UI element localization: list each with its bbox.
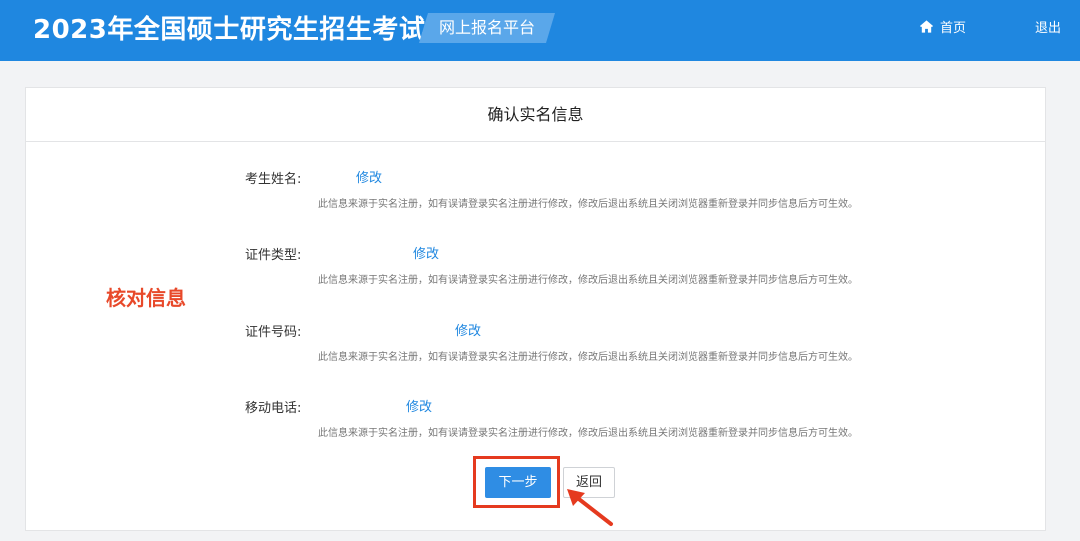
home-link[interactable]: 首页: [919, 16, 966, 36]
home-link-label: 首页: [940, 20, 967, 36]
annotation-arrow-icon: [567, 489, 613, 526]
field-note: 此信息来源于实名注册，如有误请登录实名注册进行修改，修改后退出系统且关闭浏览器重…: [318, 352, 858, 363]
field-id-type: 证件类型: 修改 此信息来源于实名注册，如有误请登录实名注册进行修改，修改后退出…: [26, 244, 1045, 304]
card-header: 确认实名信息: [26, 88, 1045, 142]
edit-id-number-link[interactable]: 修改: [455, 320, 481, 339]
field-name: 考生姓名: 修改 此信息来源于实名注册，如有误请登录实名注册进行修改，修改后退出…: [26, 168, 1045, 228]
field-label: 移动电话:: [245, 401, 302, 416]
edit-id-type-link[interactable]: 修改: [413, 243, 439, 262]
confirm-info-card: 确认实名信息 核对信息 考生姓名: 修改 此信息来源于实名注册，如有误请登录实名…: [25, 87, 1046, 531]
annotation-highlight-box: [473, 456, 560, 508]
field-label: 证件号码:: [245, 325, 302, 340]
field-note: 此信息来源于实名注册，如有误请登录实名注册进行修改，修改后退出系统且关闭浏览器重…: [318, 199, 858, 210]
field-note: 此信息来源于实名注册，如有误请登录实名注册进行修改，修改后退出系统且关闭浏览器重…: [318, 428, 858, 439]
platform-badge-label: 网上报名平台: [438, 18, 535, 37]
field-label: 考生姓名:: [245, 172, 302, 187]
edit-name-link[interactable]: 修改: [356, 167, 382, 186]
field-label: 证件类型:: [245, 248, 302, 263]
field-mobile: 移动电话: 修改 此信息来源于实名注册，如有误请登录实名注册进行修改，修改后退出…: [26, 397, 1045, 457]
platform-badge: 网上报名平台: [419, 13, 555, 43]
logout-link[interactable]: 退出: [1035, 17, 1061, 36]
card-title: 确认实名信息: [487, 105, 584, 124]
field-id-number: 证件号码: 修改 此信息来源于实名注册，如有误请登录实名注册进行修改，修改后退出…: [26, 321, 1045, 381]
home-icon: [919, 19, 934, 33]
site-title: 2023年全国硕士研究生招生考试: [33, 15, 426, 45]
top-navbar: 2023年全国硕士研究生招生考试 网上报名平台 首页 退出: [0, 0, 1080, 61]
edit-mobile-link[interactable]: 修改: [406, 396, 432, 415]
field-note: 此信息来源于实名注册，如有误请登录实名注册进行修改，修改后退出系统且关闭浏览器重…: [318, 275, 858, 286]
